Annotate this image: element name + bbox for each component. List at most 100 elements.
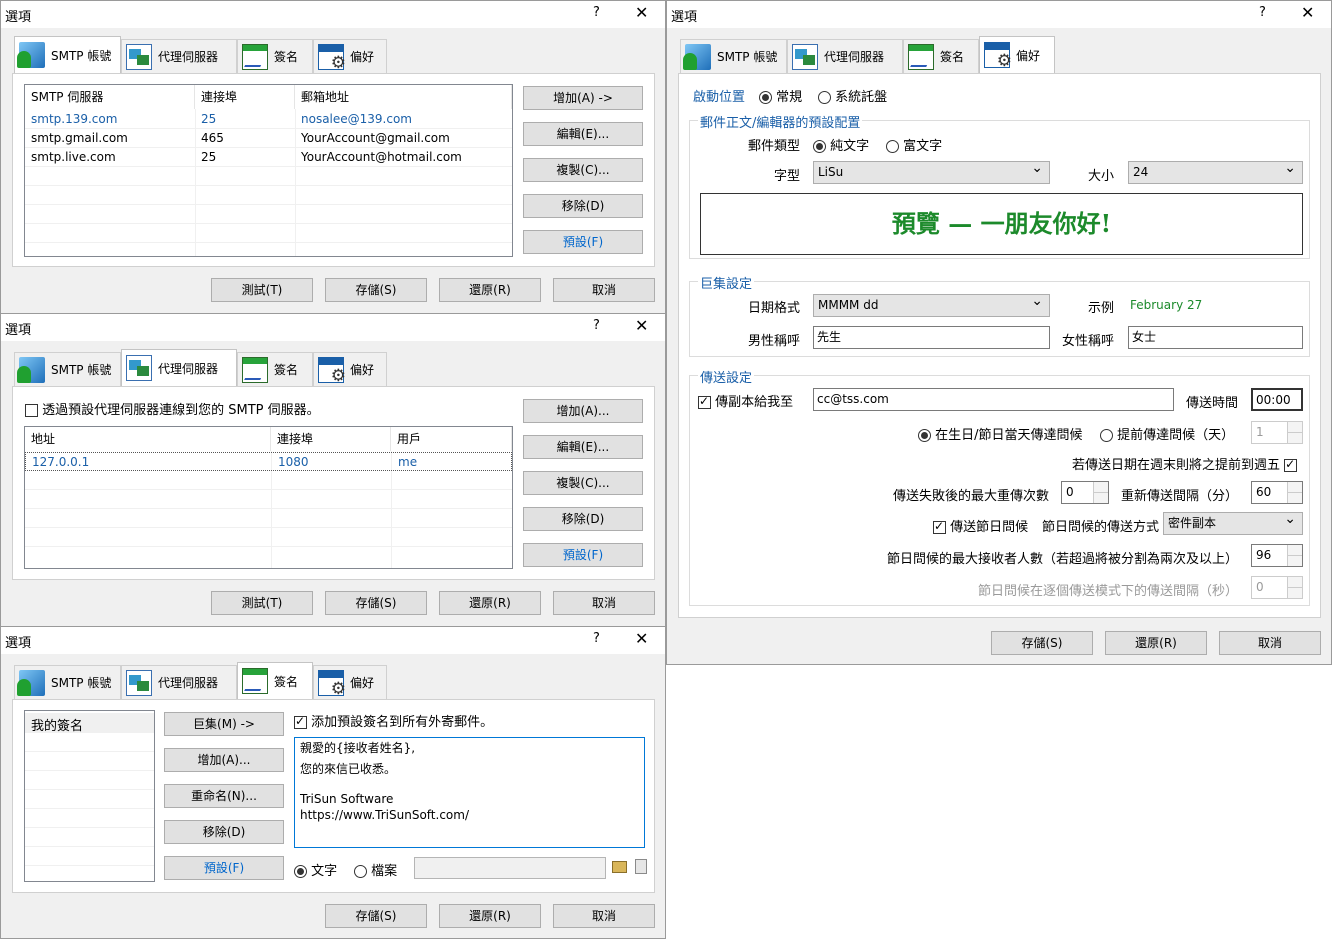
save-button[interactable]: 存儲(S) — [991, 631, 1093, 655]
tab-smtp[interactable]: SMTP 帳號 — [14, 665, 121, 699]
copy-button[interactable]: 複製(C)... — [523, 471, 643, 495]
column-header-address[interactable]: 地址 — [25, 427, 271, 451]
cancel-button[interactable]: 取消 — [553, 591, 655, 615]
radio[interactable] — [818, 91, 831, 104]
checkbox[interactable] — [294, 714, 307, 729]
font-select[interactable]: LiSu — [813, 158, 1050, 184]
remove-button[interactable]: 移除(D) — [523, 194, 643, 218]
signature-list[interactable]: 我的簽名 — [24, 710, 155, 882]
checkbox[interactable] — [933, 519, 946, 534]
rename-button[interactable]: 重命名(N)... — [164, 784, 284, 808]
document-icon[interactable] — [635, 859, 647, 874]
test-button[interactable]: 測試(T) — [211, 591, 313, 615]
add-button[interactable]: 增加(A)... — [164, 748, 284, 772]
restore-button[interactable]: 還原(R) — [439, 904, 541, 928]
radio[interactable] — [886, 140, 899, 153]
cancel-button[interactable]: 取消 — [553, 904, 655, 928]
close-button[interactable]: ✕ — [635, 3, 648, 22]
close-button[interactable]: ✕ — [1301, 3, 1314, 22]
weekend-checkbox[interactable]: 若傳送日期在週末則將之提前到週五 — [1072, 454, 1298, 473]
startup-tray-radio[interactable]: 系統託盤 — [818, 86, 887, 105]
tab-preferences[interactable]: 偏好 — [313, 665, 387, 699]
file-path-input[interactable] — [414, 857, 606, 879]
save-button[interactable]: 存儲(S) — [325, 591, 427, 615]
add-button[interactable]: 增加(A) -> — [523, 86, 643, 110]
table-row[interactable]: smtp.live.com 25 YourAccount@hotmail.com — [25, 148, 512, 167]
restore-button[interactable]: 還原(R) — [439, 591, 541, 615]
tab-signature[interactable]: 簽名 — [237, 662, 313, 699]
male-title-input[interactable]: 先生 — [813, 326, 1050, 349]
default-button[interactable]: 預設(F) — [523, 543, 643, 567]
remove-button[interactable]: 移除(D) — [164, 820, 284, 844]
tab-proxy[interactable]: 代理伺服器 — [121, 39, 237, 73]
retry-interval-stepper[interactable]: 60 — [1251, 481, 1303, 504]
greeting-method-select[interactable]: 密件副本 — [1163, 509, 1303, 535]
test-button[interactable]: 測試(T) — [211, 278, 313, 302]
restore-button[interactable]: 還原(R) — [1105, 631, 1207, 655]
restore-button[interactable]: 還原(R) — [439, 278, 541, 302]
column-header-port[interactable]: 連接埠 — [195, 85, 295, 109]
remove-button[interactable]: 移除(D) — [523, 507, 643, 531]
table-row[interactable]: smtp.139.com 25 nosalee@139.com — [25, 110, 512, 129]
send-gap-stepper[interactable]: 0 — [1251, 576, 1303, 599]
tab-signature[interactable]: 簽名 — [237, 352, 313, 386]
date-format-select[interactable]: MMMM dd — [813, 291, 1050, 317]
proxy-list[interactable]: 地址 連接埠 用戶 127.0.0.1 1080 me — [24, 426, 513, 569]
help-button[interactable]: ? — [593, 5, 600, 20]
tab-proxy[interactable]: 代理伺服器 — [121, 665, 237, 699]
smtp-server-list[interactable]: SMTP 伺服器 連接埠 郵箱地址 smtp.139.com 25 nosalee@… — [24, 84, 513, 257]
radio[interactable] — [1100, 429, 1113, 442]
column-header-server[interactable]: SMTP 伺服器 — [25, 85, 195, 109]
help-button[interactable]: ? — [593, 318, 600, 333]
file-radio[interactable]: 檔案 — [354, 860, 397, 879]
save-button[interactable]: 存儲(S) — [325, 904, 427, 928]
cc-email-input[interactable]: cc@tss.com — [813, 388, 1174, 411]
column-header-email[interactable]: 郵箱地址 — [295, 85, 512, 109]
tab-proxy[interactable]: 代理伺服器 — [121, 349, 237, 386]
tab-preferences[interactable]: 偏好 — [979, 36, 1055, 73]
tab-proxy[interactable]: 代理伺服器 — [787, 39, 903, 73]
tab-signature[interactable]: 簽名 — [903, 39, 979, 73]
radio[interactable] — [354, 865, 367, 878]
radio[interactable] — [918, 429, 931, 442]
rich-text-radio[interactable]: 富文字 — [886, 135, 942, 154]
radio[interactable] — [294, 865, 307, 878]
tab-smtp[interactable]: SMTP 帳號 — [14, 36, 121, 73]
macro-button[interactable]: 巨集(M) -> — [164, 712, 284, 736]
send-greeting-checkbox[interactable]: 傳送節日問候 — [933, 516, 1028, 535]
close-button[interactable]: ✕ — [635, 629, 648, 648]
radio[interactable] — [813, 140, 826, 153]
cancel-button[interactable]: 取消 — [1219, 631, 1321, 655]
startup-normal-radio[interactable]: 常規 — [759, 86, 802, 105]
signature-editor[interactable]: 親愛的{接收者姓名}, 您的來信已收悉。 TriSun Software htt… — [294, 737, 645, 848]
tab-signature[interactable]: 簽名 — [237, 39, 313, 73]
add-default-signature-checkbox[interactable]: 添加預設簽名到所有外寄郵件。 — [294, 711, 493, 730]
add-button[interactable]: 增加(A)... — [523, 399, 643, 423]
default-button[interactable]: 預設(F) — [164, 856, 284, 880]
plain-text-radio[interactable]: 純文字 — [813, 135, 869, 154]
column-header-port[interactable]: 連接埠 — [271, 427, 391, 451]
edit-button[interactable]: 編輯(E)... — [523, 122, 643, 146]
send-time-input[interactable]: 00:00 — [1251, 388, 1303, 411]
table-row[interactable]: smtp.gmail.com 465 YourAccount@gmail.com — [25, 129, 512, 148]
close-button[interactable]: ✕ — [635, 316, 648, 335]
ahead-radio[interactable]: 提前傳達問候（天） — [1100, 424, 1234, 443]
female-title-input[interactable]: 女士 — [1128, 326, 1303, 349]
save-button[interactable]: 存儲(S) — [325, 278, 427, 302]
cancel-button[interactable]: 取消 — [553, 278, 655, 302]
open-folder-icon[interactable] — [612, 861, 627, 873]
tab-preferences[interactable]: 偏好 — [313, 39, 387, 73]
max-recipients-stepper[interactable]: 96 — [1251, 544, 1303, 567]
tab-smtp[interactable]: SMTP 帳號 — [680, 39, 787, 73]
checkbox[interactable] — [698, 394, 711, 409]
on-day-radio[interactable]: 在生日/節日當天傳達問候 — [918, 424, 1083, 443]
checkbox[interactable] — [25, 404, 38, 417]
edit-button[interactable]: 編輯(E)... — [523, 435, 643, 459]
use-proxy-checkbox[interactable]: 透過預設代理伺服器連線到您的 SMTP 伺服器。 — [25, 399, 320, 418]
list-item[interactable]: 我的簽名 — [25, 713, 154, 734]
help-button[interactable]: ? — [1259, 5, 1266, 20]
cc-me-checkbox[interactable]: 傳副本給我至 — [698, 391, 793, 410]
size-select[interactable]: 24 — [1128, 158, 1303, 184]
text-radio[interactable]: 文字 — [294, 860, 337, 879]
help-button[interactable]: ? — [593, 631, 600, 646]
